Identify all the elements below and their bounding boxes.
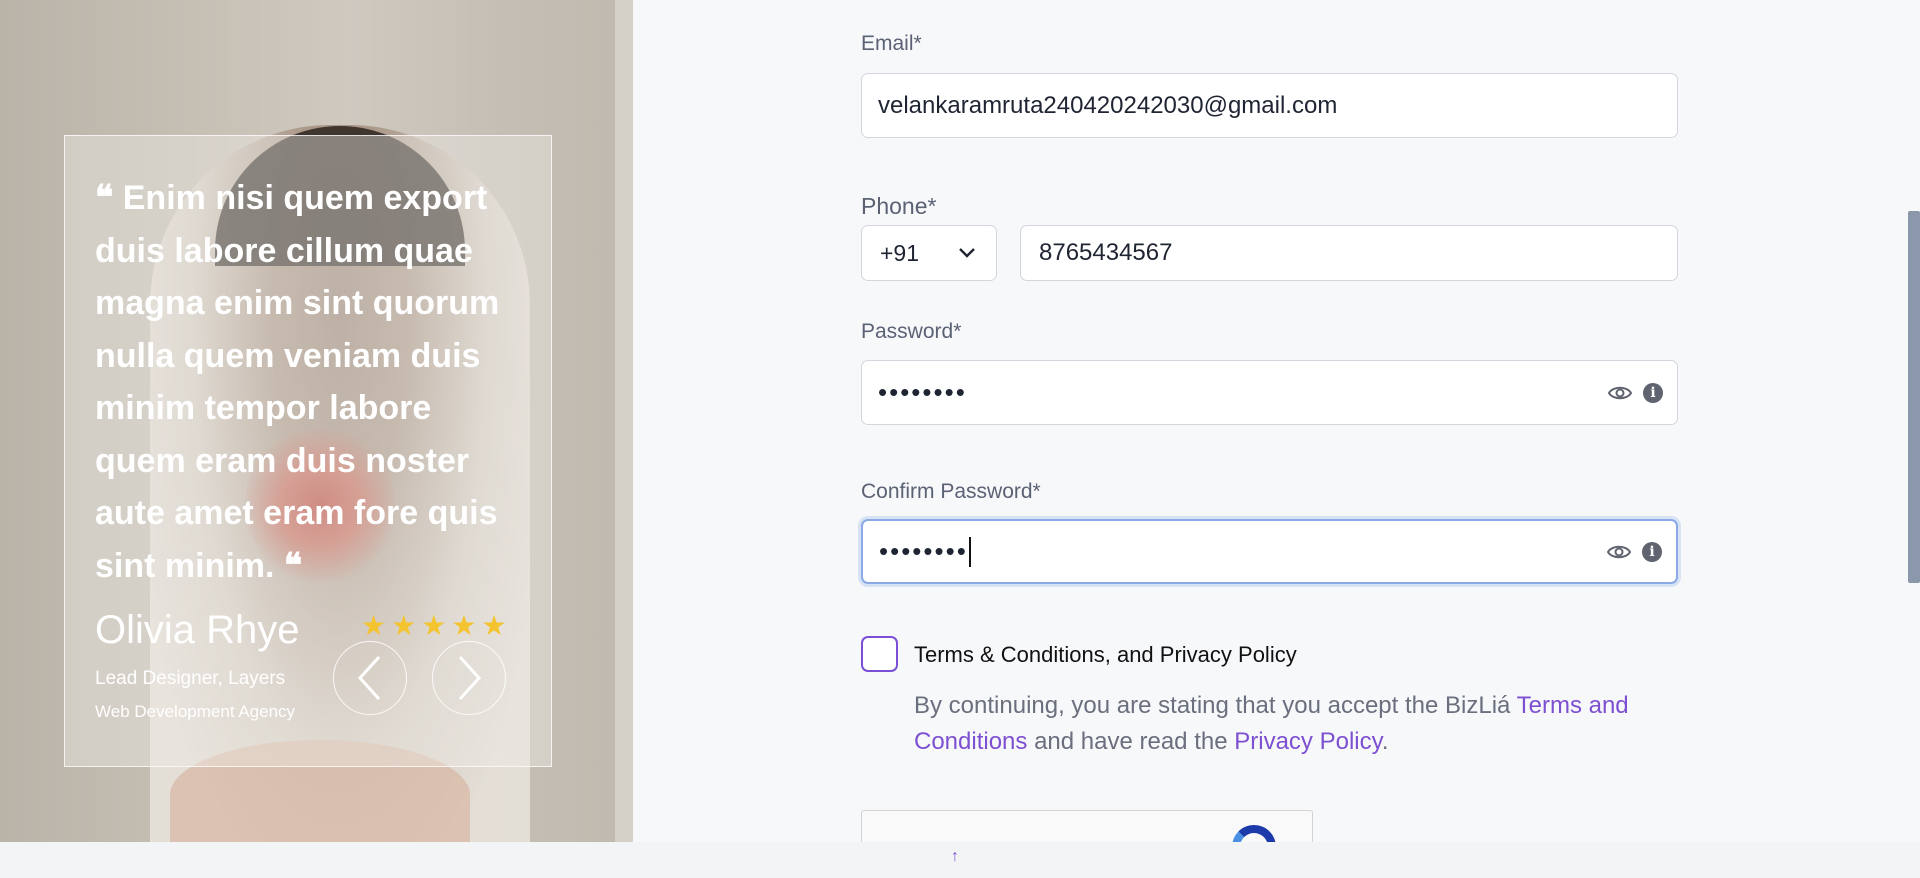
email-value: velankaramruta240420242030@gmail.com [878, 91, 1338, 119]
country-code-value: +91 [880, 239, 920, 266]
confirm-password-value: •••••••• [879, 536, 968, 566]
scrollbar-thumb[interactable] [1908, 211, 1920, 583]
star-rating: ★ ★ ★ ★ ★ [361, 612, 507, 640]
phone-value: 8765434567 [1039, 239, 1173, 266]
phone-field[interactable]: 8765434567 [1020, 225, 1678, 281]
country-code-select[interactable]: +91 [861, 225, 997, 281]
password-value: •••••••• [878, 377, 967, 407]
prev-testimonial-button[interactable] [333, 641, 407, 715]
bottom-bar [0, 842, 1920, 878]
password-label: Password* [861, 320, 962, 343]
testimonial-role: Lead Designer, Layers [95, 668, 286, 689]
next-testimonial-button[interactable] [432, 641, 506, 715]
star-icon: ★ [391, 610, 417, 641]
eye-icon[interactable] [1607, 543, 1631, 561]
phone-label: Phone* [861, 193, 937, 219]
testimonial-card: ❝ Enim nisi quem export duis labore cill… [64, 135, 552, 767]
chevron-right-icon [458, 655, 482, 701]
info-icon[interactable]: i [1643, 382, 1663, 403]
star-icon: ★ [361, 610, 387, 641]
quote-open-icon: ❝ [95, 178, 114, 218]
terms-checkbox-label[interactable]: Terms & Conditions, and Privacy Policy [914, 642, 1297, 668]
star-icon: ★ [421, 610, 447, 641]
chevron-down-icon [959, 248, 975, 258]
chevron-left-icon [357, 655, 381, 701]
password-field[interactable]: •••••••• i [861, 360, 1678, 425]
testimonial-company: Web Development Agency [95, 702, 296, 721]
confirm-password-label: Confirm Password* [861, 480, 1041, 503]
text-cursor [968, 536, 971, 567]
arrow-up-icon[interactable]: ↑ [951, 848, 959, 866]
star-icon: ★ [481, 610, 507, 641]
star-icon: ★ [451, 610, 477, 641]
consent-text: By continuing, you are stating that you … [914, 692, 1629, 755]
privacy-link[interactable]: Privacy Policy [1234, 728, 1382, 755]
terms-checkbox[interactable] [861, 636, 898, 672]
info-icon[interactable]: i [1642, 541, 1662, 562]
email-label: Email* [861, 32, 922, 55]
hero-panel: ❝ Enim nisi quem export duis labore cill… [0, 0, 633, 842]
email-field[interactable]: velankaramruta240420242030@gmail.com [861, 73, 1678, 138]
testimonial-author: Olivia Rhye [95, 608, 300, 652]
quote-close-icon: ❝ [283, 545, 303, 586]
eye-icon[interactable] [1608, 384, 1632, 402]
confirm-password-field[interactable]: •••••••• i [861, 519, 1678, 584]
testimonial-quote: ❝ Enim nisi quem export duis labore cill… [95, 178, 500, 586]
